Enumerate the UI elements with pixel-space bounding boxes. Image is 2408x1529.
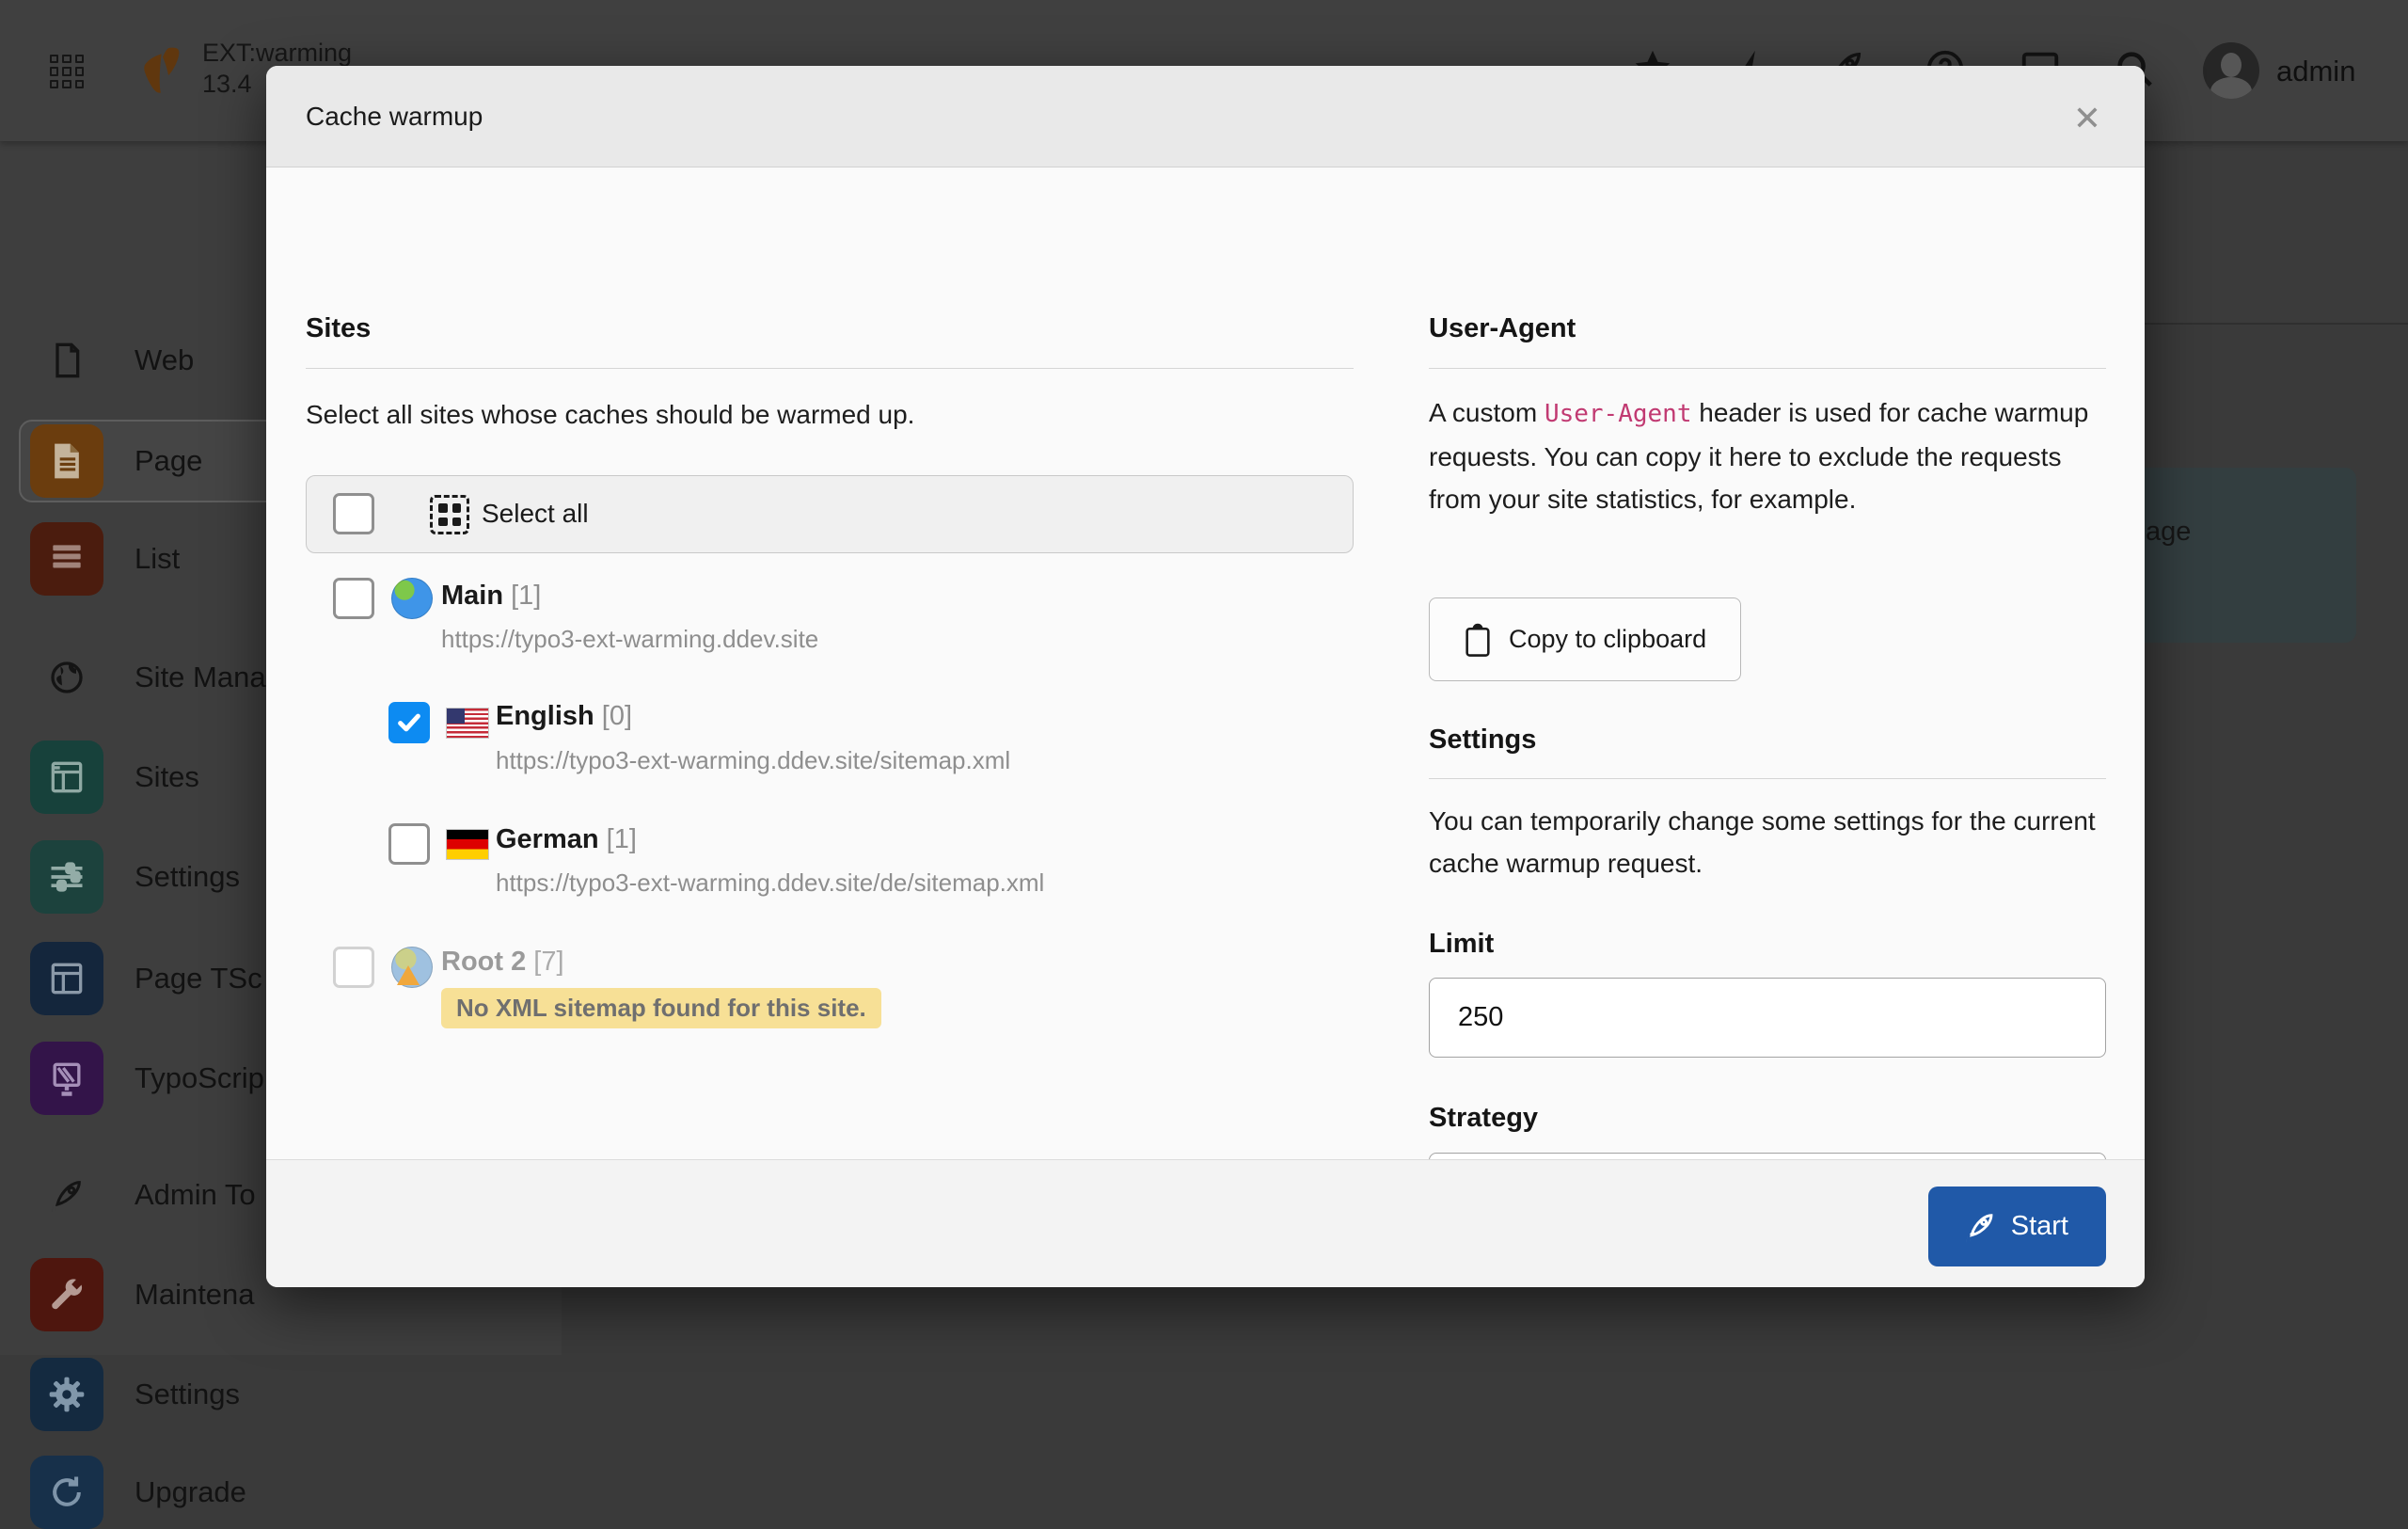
strategy-label: Strategy <box>1429 1103 1538 1134</box>
site-name: English [0] <box>496 701 632 732</box>
divider <box>306 368 1354 369</box>
modal-title: Cache warmup <box>306 102 483 132</box>
sidebar-item-system-settings[interactable]: Settings <box>0 1358 562 1431</box>
wrench-icon <box>30 1258 103 1331</box>
user-agent-heading: User-Agent <box>1429 313 1576 344</box>
select-all-label: Select all <box>482 499 589 529</box>
modal-footer: Start <box>266 1159 2145 1287</box>
site-url: https://typo3-ext-warming.ddev.site/site… <box>496 746 1010 775</box>
typoscript-icon <box>30 1042 103 1115</box>
sidebar-item-label: Page <box>135 444 202 478</box>
modal-body: Sites Select all sites whose caches shou… <box>266 167 2145 1160</box>
sites-heading: Sites <box>306 313 371 344</box>
start-label: Start <box>2011 1211 2068 1241</box>
gear-icon <box>30 1358 103 1431</box>
globe-warning-icon <box>391 947 433 988</box>
user-agent-code: User-Agent <box>1545 400 1692 428</box>
globe-icon <box>48 659 86 696</box>
modules-grid-icon[interactable] <box>50 55 84 88</box>
module-title-line1: EXT:warming <box>202 38 352 69</box>
site-name: German [1] <box>496 824 637 855</box>
sidebar-item-label: List <box>135 542 180 576</box>
select-multiple-icon <box>430 495 469 534</box>
site-count: [0] <box>602 701 632 731</box>
no-sitemap-warning-badge: No XML sitemap found for this site. <box>441 988 881 1028</box>
close-icon[interactable]: ✕ <box>2064 96 2111 141</box>
us-flag-icon <box>447 709 488 738</box>
avatar[interactable] <box>2203 42 2259 99</box>
page-ts-icon <box>30 942 103 1015</box>
site-checkbox-german[interactable] <box>388 823 430 865</box>
select-all-checkbox[interactable] <box>333 493 374 534</box>
clipboard-icon <box>1462 623 1494 659</box>
sidebar-item-label: Settings <box>135 860 240 894</box>
sidebar-item-label: Web <box>135 343 194 377</box>
limit-input[interactable] <box>1429 978 2106 1058</box>
upgrade-icon <box>30 1456 103 1529</box>
sidebar-item-label: Settings <box>135 1378 240 1411</box>
german-flag-icon <box>447 830 488 859</box>
modal-header: Cache warmup ✕ <box>266 66 2145 167</box>
user-agent-description: A custom User-Agent header is used for c… <box>1429 391 2112 520</box>
site-count: [1] <box>511 581 541 611</box>
sidebar-item-label: Maintena <box>135 1278 255 1312</box>
flash-message-text: age <box>2146 517 2191 548</box>
username[interactable]: admin <box>2276 55 2355 88</box>
sites-description: Select all sites whose caches should be … <box>306 393 914 436</box>
sidebar-item-upgrade[interactable]: Upgrade <box>0 1456 562 1529</box>
site-url: https://typo3-ext-warming.ddev.site/de/s… <box>496 868 1044 898</box>
sidebar-item-label: TypoScrip <box>135 1061 264 1095</box>
file-icon <box>48 342 86 379</box>
copy-to-clipboard-button[interactable]: Copy to clipboard <box>1429 597 1741 681</box>
globe-emoji-icon <box>391 578 433 619</box>
settings-description: You can temporarily change some settings… <box>1429 800 2112 884</box>
page-module-icon <box>30 424 103 498</box>
site-count: [7] <box>533 947 563 977</box>
sidebar-item-label: Site Mana <box>135 661 266 694</box>
site-name: Main [1] <box>441 581 541 612</box>
sidebar-item-label: Admin To <box>135 1178 256 1212</box>
site-checkbox-main[interactable] <box>333 578 374 619</box>
site-checkbox-english[interactable] <box>388 702 430 743</box>
site-checkbox-root2 <box>333 947 374 988</box>
settings-heading: Settings <box>1429 725 1536 756</box>
copy-label: Copy to clipboard <box>1509 625 1706 653</box>
sites-module-icon <box>30 741 103 814</box>
rocket-icon <box>1960 1209 1998 1245</box>
cache-warmup-modal: Cache warmup ✕ Sites Select all sites wh… <box>266 66 2145 1287</box>
sidebar-item-label: Page TSc <box>135 962 262 995</box>
sidebar-item-label: Sites <box>135 760 199 794</box>
divider <box>1429 778 2106 779</box>
site-count: [1] <box>607 824 637 854</box>
site-name: Root 2 [7] <box>441 947 564 978</box>
site-url: https://typo3-ext-warming.ddev.site <box>441 625 818 654</box>
typo3-logo <box>130 43 184 96</box>
start-button[interactable]: Start <box>1928 1187 2106 1266</box>
rocket-icon <box>48 1176 86 1214</box>
limit-label: Limit <box>1429 929 1494 960</box>
settings-sliders-icon <box>30 840 103 914</box>
select-all-row[interactable]: Select all <box>306 475 1354 553</box>
sidebar-item-label: Upgrade <box>135 1475 246 1509</box>
divider <box>1429 368 2106 369</box>
list-module-icon <box>30 522 103 596</box>
